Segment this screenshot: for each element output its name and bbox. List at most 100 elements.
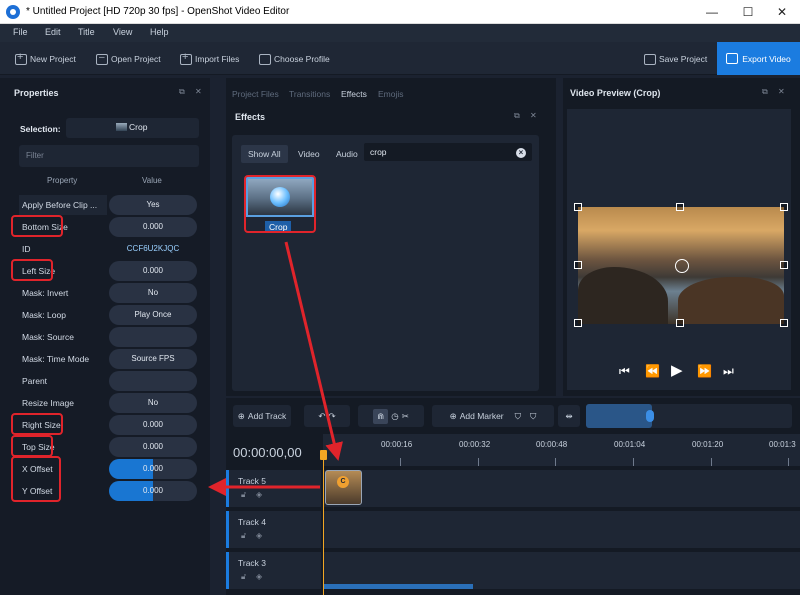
lock-icon[interactable]: 🔓︎	[241, 572, 246, 582]
float-panel-icon[interactable]: ⧉	[179, 87, 185, 97]
property-value-text: CCF6U2KJQC	[126, 244, 180, 253]
keyframe-icon[interactable]: ◈	[256, 572, 262, 581]
resize-handle[interactable]	[574, 319, 582, 327]
timing-icon[interactable]: ◷	[391, 411, 398, 422]
maximize-button[interactable]: ☐	[732, 0, 764, 24]
menu-edit[interactable]: Edit	[45, 27, 61, 37]
zoom-window[interactable]	[586, 404, 652, 428]
fast-forward-button[interactable]: ⏩	[697, 364, 712, 378]
timeline-ruler[interactable]: 00:00:16 00:00:32 00:00:48 00:01:04 00:0…	[323, 434, 800, 466]
properties-filter-input[interactable]: Filter	[19, 145, 199, 167]
resize-handle[interactable]	[574, 261, 582, 269]
resize-handle[interactable]	[676, 319, 684, 327]
main-toolbar: New Project Open Project Import Files Ch…	[0, 42, 800, 75]
tab-effects[interactable]: Effects	[341, 89, 367, 99]
float-preview-icon[interactable]: ⧉	[762, 87, 768, 97]
selection-dropdown[interactable]: Crop	[66, 118, 199, 138]
filter-audio[interactable]: Audio	[329, 145, 365, 163]
close-effects-icon[interactable]: ✕	[530, 111, 537, 120]
lock-icon[interactable]: 🔓︎	[241, 531, 246, 541]
center-timeline-button[interactable]: ⇹	[558, 405, 580, 427]
property-value[interactable]: Source FPS	[109, 349, 197, 369]
razor-icon[interactable]: ✂	[402, 411, 409, 422]
tab-emojis[interactable]: Emojis	[378, 89, 404, 99]
close-preview-icon[interactable]: ✕	[778, 87, 785, 96]
add-marker-button[interactable]: Add Marker	[460, 411, 504, 421]
track-lane[interactable]	[323, 470, 800, 507]
property-value[interactable]: Play Once	[109, 305, 197, 325]
property-value[interactable]: 0.000	[109, 415, 197, 435]
zoom-handle[interactable]	[646, 410, 654, 422]
export-icon	[726, 53, 739, 64]
open-project-button[interactable]: Open Project	[96, 50, 161, 68]
track-row: Track 4 🔓︎ ◈	[226, 511, 800, 548]
crop-effect-item[interactable]: Crop	[244, 175, 316, 233]
clip-effect-badge[interactable]: C	[337, 476, 349, 488]
timeline-zoom-overview[interactable]	[586, 404, 792, 428]
keyframe-icon[interactable]: ◈	[256, 531, 262, 540]
playhead[interactable]	[323, 450, 324, 595]
filter-video[interactable]: Video	[291, 145, 327, 163]
save-project-button[interactable]: Save Project	[644, 50, 707, 68]
next-marker-icon[interactable]: ⛉	[530, 411, 536, 422]
menu-help[interactable]: Help	[150, 27, 169, 37]
transform-center-handle[interactable]	[675, 259, 689, 273]
tab-transitions[interactable]: Transitions	[289, 89, 330, 99]
property-value[interactable]: 0.000	[109, 437, 197, 457]
property-value[interactable]	[109, 371, 197, 391]
jump-end-button[interactable]: ⏭	[723, 364, 734, 379]
resize-handle[interactable]	[574, 203, 582, 211]
keyframe-icon[interactable]: ◈	[256, 490, 262, 499]
clear-search-icon[interactable]: ×	[516, 148, 526, 158]
rewind-button[interactable]: ⏪	[645, 364, 660, 378]
selection-label: Selection:	[20, 124, 61, 134]
minimize-button[interactable]: —	[696, 0, 728, 24]
timeline-scrollbar[interactable]	[323, 584, 473, 589]
resize-handle[interactable]	[780, 261, 788, 269]
ruler-tick	[711, 458, 712, 466]
resize-handle[interactable]	[780, 319, 788, 327]
effects-search-input[interactable]: crop	[364, 143, 532, 161]
jump-start-button[interactable]: ⏮	[619, 364, 630, 379]
close-window-button[interactable]: ✕	[766, 0, 798, 24]
annotation-highlight	[244, 175, 316, 233]
import-files-button[interactable]: Import Files	[180, 50, 239, 68]
property-value[interactable]: Yes	[109, 195, 197, 215]
property-value[interactable]: 0.000	[109, 481, 197, 501]
property-value[interactable]	[109, 327, 197, 347]
filter-show-all[interactable]: Show All	[241, 145, 288, 163]
play-button[interactable]: ▶	[671, 361, 683, 379]
prev-marker-icon[interactable]: ⛉	[515, 411, 521, 422]
property-value[interactable]: 0.000	[109, 459, 197, 479]
export-video-button[interactable]: Export Video	[717, 42, 800, 75]
property-value[interactable]: 0.000	[109, 261, 197, 281]
property-value[interactable]: No	[109, 393, 197, 413]
close-panel-icon[interactable]: ✕	[195, 87, 202, 96]
property-value[interactable]: No	[109, 283, 197, 303]
track-header[interactable]: Track 5 🔓︎ ◈	[226, 470, 321, 507]
property-row: Mask: Invert No	[19, 283, 199, 303]
undo-redo-group[interactable]: ↶ ↷	[304, 405, 350, 427]
resize-handle[interactable]	[676, 203, 684, 211]
menu-title[interactable]: Title	[78, 27, 95, 37]
choose-profile-button[interactable]: Choose Profile	[259, 50, 330, 68]
snap-tools-group[interactable]: ⋒ ◷ ✂	[358, 405, 424, 427]
property-value[interactable]: 0.000	[109, 217, 197, 237]
timeline-clip[interactable]: C	[325, 470, 362, 505]
float-effects-icon[interactable]: ⧉	[514, 111, 520, 121]
track-lane[interactable]	[323, 511, 800, 548]
menu-file[interactable]: File	[13, 27, 28, 37]
snap-icon[interactable]: ⋒	[373, 408, 389, 424]
add-track-button[interactable]: ⊕ Add Track	[233, 405, 291, 427]
playhead-handle[interactable]	[320, 450, 327, 460]
track-header[interactable]: Track 3 🔓︎ ◈	[226, 552, 321, 589]
resize-handle[interactable]	[780, 203, 788, 211]
tab-project-files[interactable]: Project Files	[232, 89, 279, 99]
menu-view[interactable]: View	[113, 27, 132, 37]
video-preview-panel: Video Preview (Crop) ⧉ ✕ ⏮ ⏪ ▶ ⏩ ⏭	[563, 78, 800, 396]
lock-icon[interactable]: 🔓︎	[241, 490, 246, 500]
track-header[interactable]: Track 4 🔓︎ ◈	[226, 511, 321, 548]
new-project-button[interactable]: New Project	[15, 50, 76, 68]
ruler-tick	[788, 458, 789, 466]
video-frame[interactable]	[578, 207, 784, 324]
